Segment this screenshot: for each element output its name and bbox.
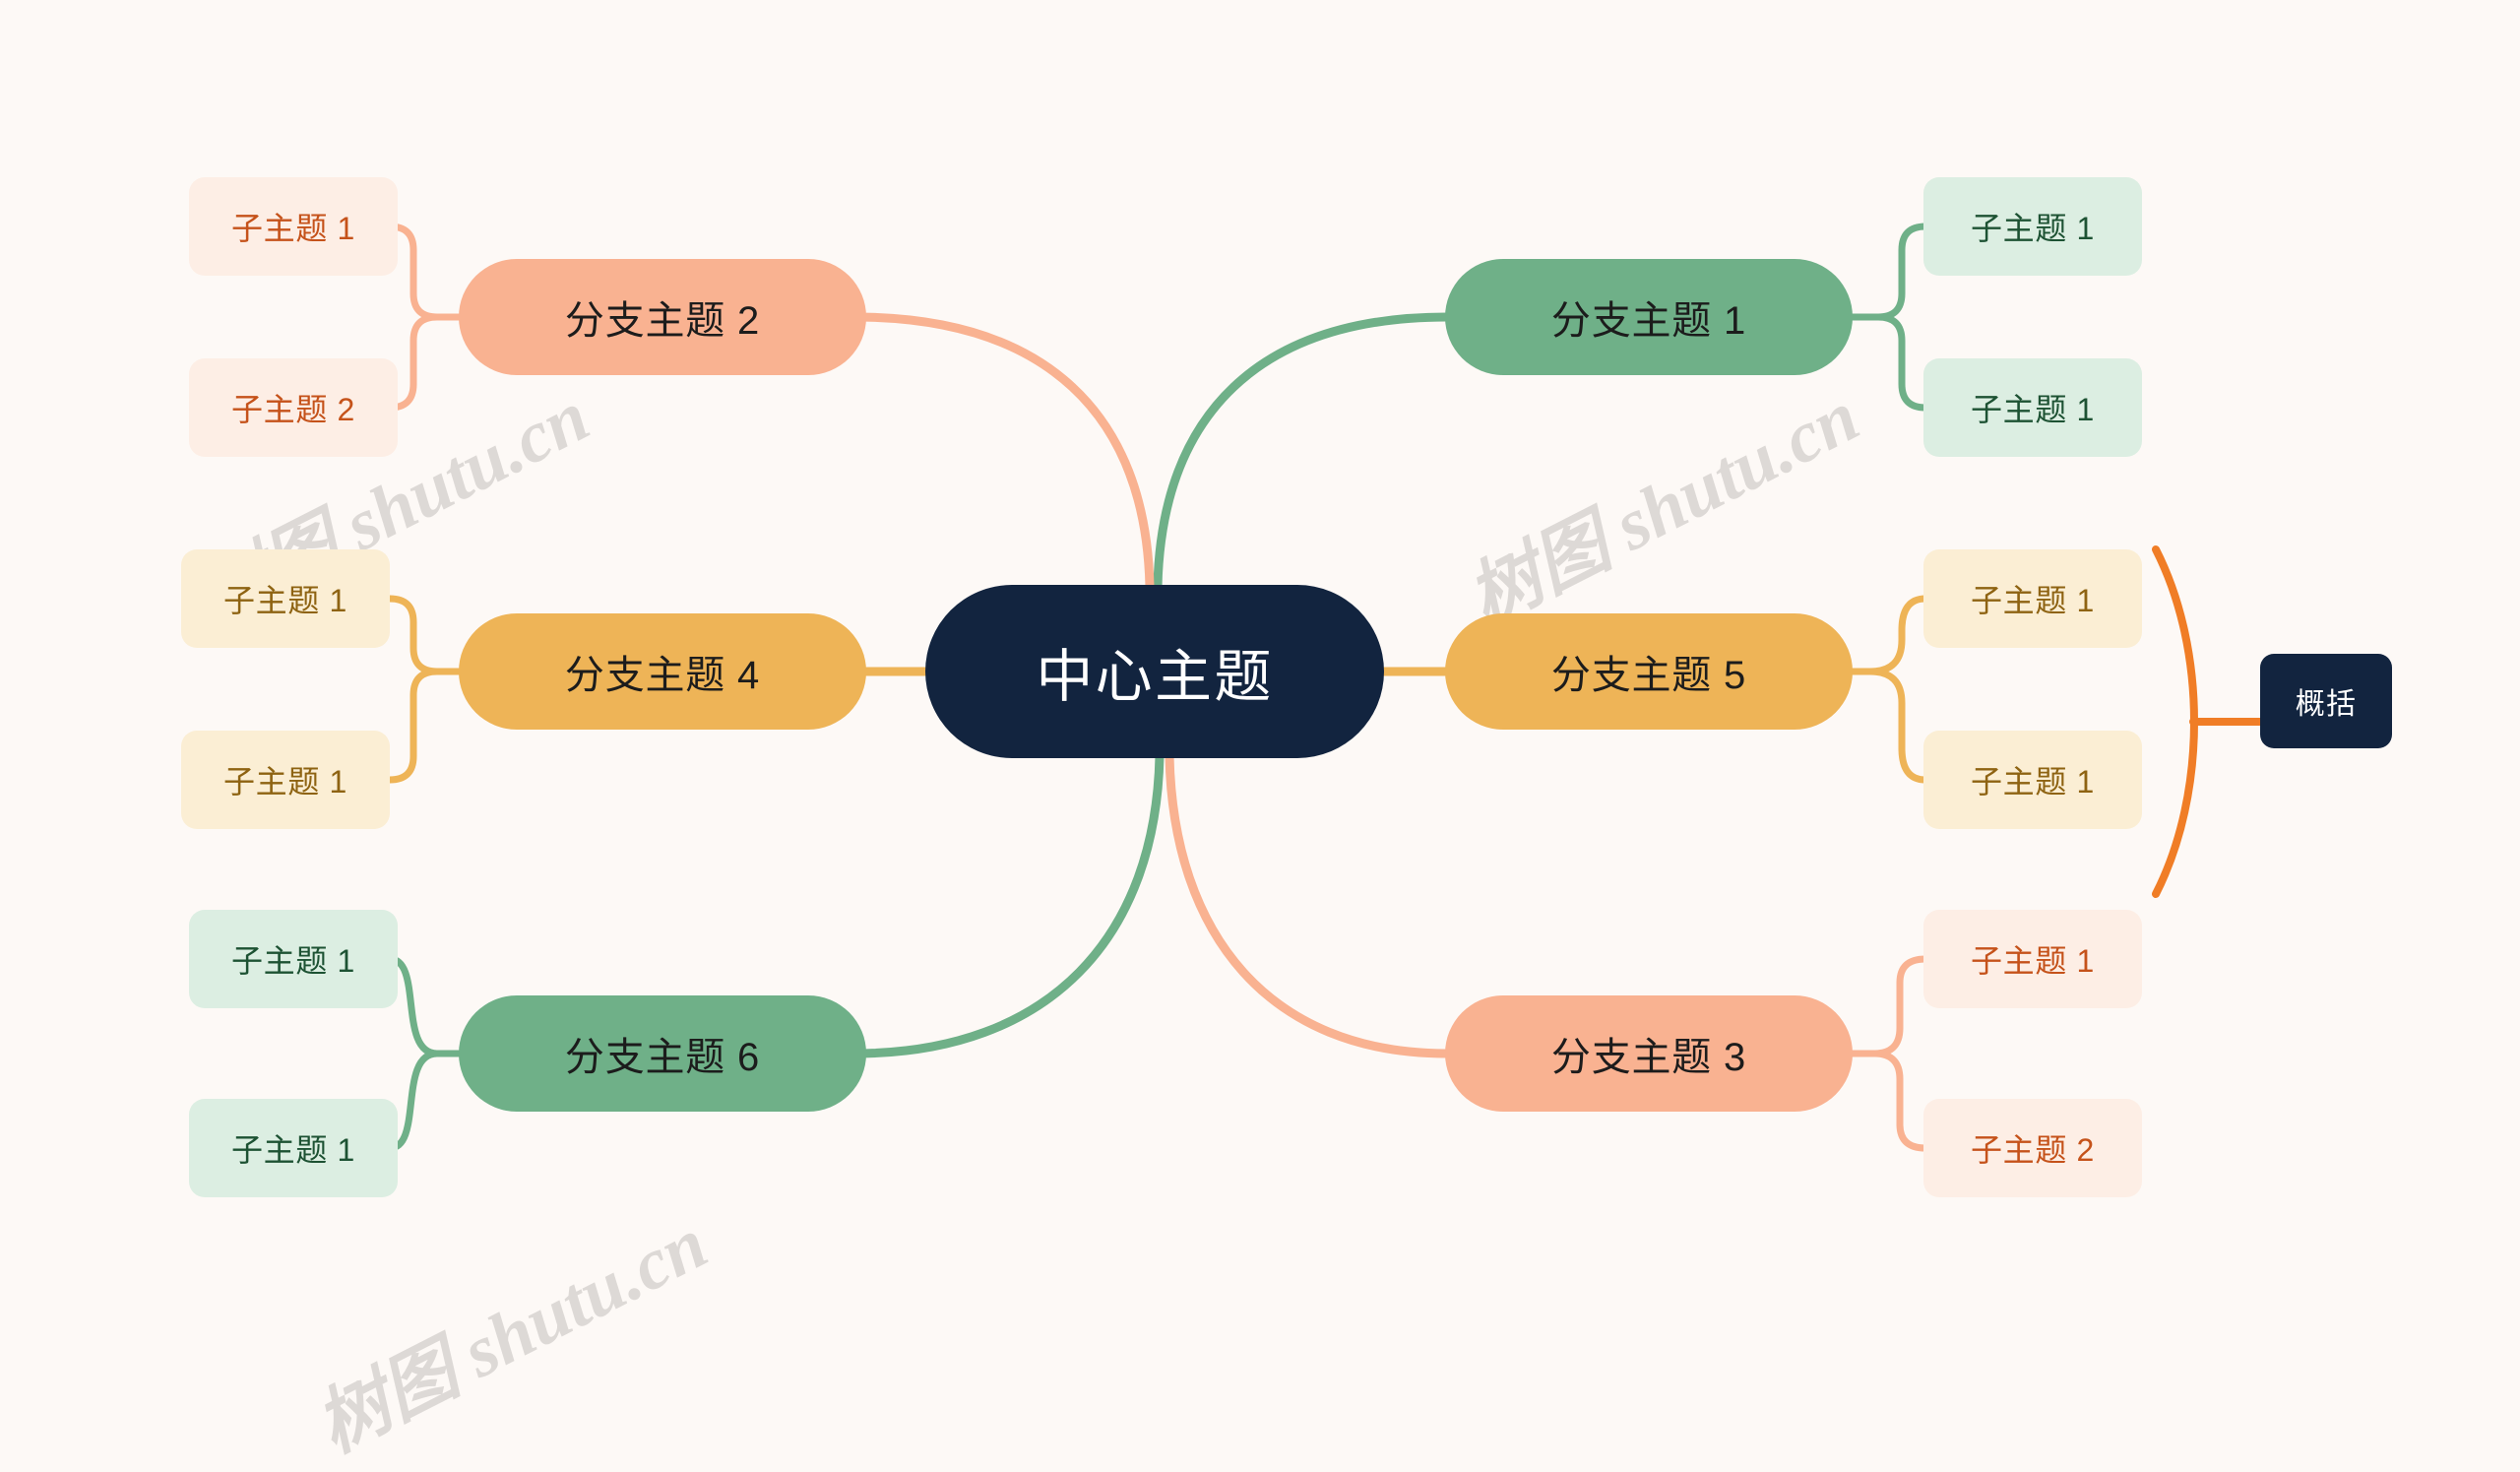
summary-node[interactable]: 概括 bbox=[2260, 654, 2392, 748]
mindmap-canvas: 树图 shutu.cn 树图 shutu.cn 树图 shutu.cn 中心主题… bbox=[0, 0, 2520, 1468]
branch-node-b1[interactable]: 分支主题 1 bbox=[1445, 259, 1853, 375]
edge-b6-c2 bbox=[386, 1050, 467, 1152]
edge-b2-c1 bbox=[386, 223, 467, 321]
edge-b1-c1 bbox=[1847, 223, 1929, 321]
branch-node-b6[interactable]: 分支主题 6 bbox=[459, 995, 866, 1112]
branch-node-b5[interactable]: 分支主题 5 bbox=[1445, 613, 1853, 730]
edge-b5-c2 bbox=[1847, 668, 1929, 784]
subtopic-node-b2-c2[interactable]: 子主题 2 bbox=[189, 358, 398, 457]
subtopic-node-b2-c1[interactable]: 子主题 1 bbox=[189, 177, 398, 276]
subtopic-node-b3-c1[interactable]: 子主题 1 bbox=[1923, 910, 2142, 1008]
root-node[interactable]: 中心主题 bbox=[925, 585, 1384, 758]
branch-node-b4[interactable]: 分支主题 4 bbox=[459, 613, 866, 730]
edge-root-b3 bbox=[1165, 751, 1452, 1058]
subtopic-node-b3-c2[interactable]: 子主题 2 bbox=[1923, 1099, 2142, 1197]
subtopic-node-b4-c2[interactable]: 子主题 1 bbox=[181, 731, 390, 829]
subtopic-node-b5-c1[interactable]: 子主题 1 bbox=[1923, 549, 2142, 648]
branch-node-b3[interactable]: 分支主题 3 bbox=[1445, 995, 1853, 1112]
subtopic-node-b1-c1[interactable]: 子主题 1 bbox=[1923, 177, 2142, 276]
edge-root-b1 bbox=[1153, 312, 1452, 592]
edge-b2-c2 bbox=[386, 313, 467, 412]
subtopic-node-b1-c2[interactable]: 子主题 1 bbox=[1923, 358, 2142, 457]
summary-brace bbox=[2152, 545, 2198, 898]
edge-b1-c2 bbox=[1847, 313, 1929, 412]
edge-b4-c1 bbox=[386, 595, 467, 675]
edge-b3-c1 bbox=[1847, 955, 1929, 1057]
subtopic-node-b5-c2[interactable]: 子主题 1 bbox=[1923, 731, 2142, 829]
subtopic-node-b6-c2[interactable]: 子主题 1 bbox=[189, 1099, 398, 1197]
branch-node-b2[interactable]: 分支主题 2 bbox=[459, 259, 866, 375]
watermark-right: 树图 shutu.cn bbox=[1456, 375, 1872, 641]
edge-root-b6 bbox=[850, 751, 1165, 1058]
edge-b5-c1 bbox=[1847, 595, 1929, 675]
subtopic-node-b6-c1[interactable]: 子主题 1 bbox=[189, 910, 398, 1008]
edge-b3-c2 bbox=[1847, 1050, 1929, 1152]
subtopic-node-b4-c1[interactable]: 子主题 1 bbox=[181, 549, 390, 648]
watermark-bottom: 树图 shutu.cn bbox=[304, 1202, 721, 1468]
edge-root-b2 bbox=[850, 312, 1155, 592]
edge-b6-c1 bbox=[386, 955, 467, 1057]
edge-b4-c2 bbox=[386, 668, 467, 784]
